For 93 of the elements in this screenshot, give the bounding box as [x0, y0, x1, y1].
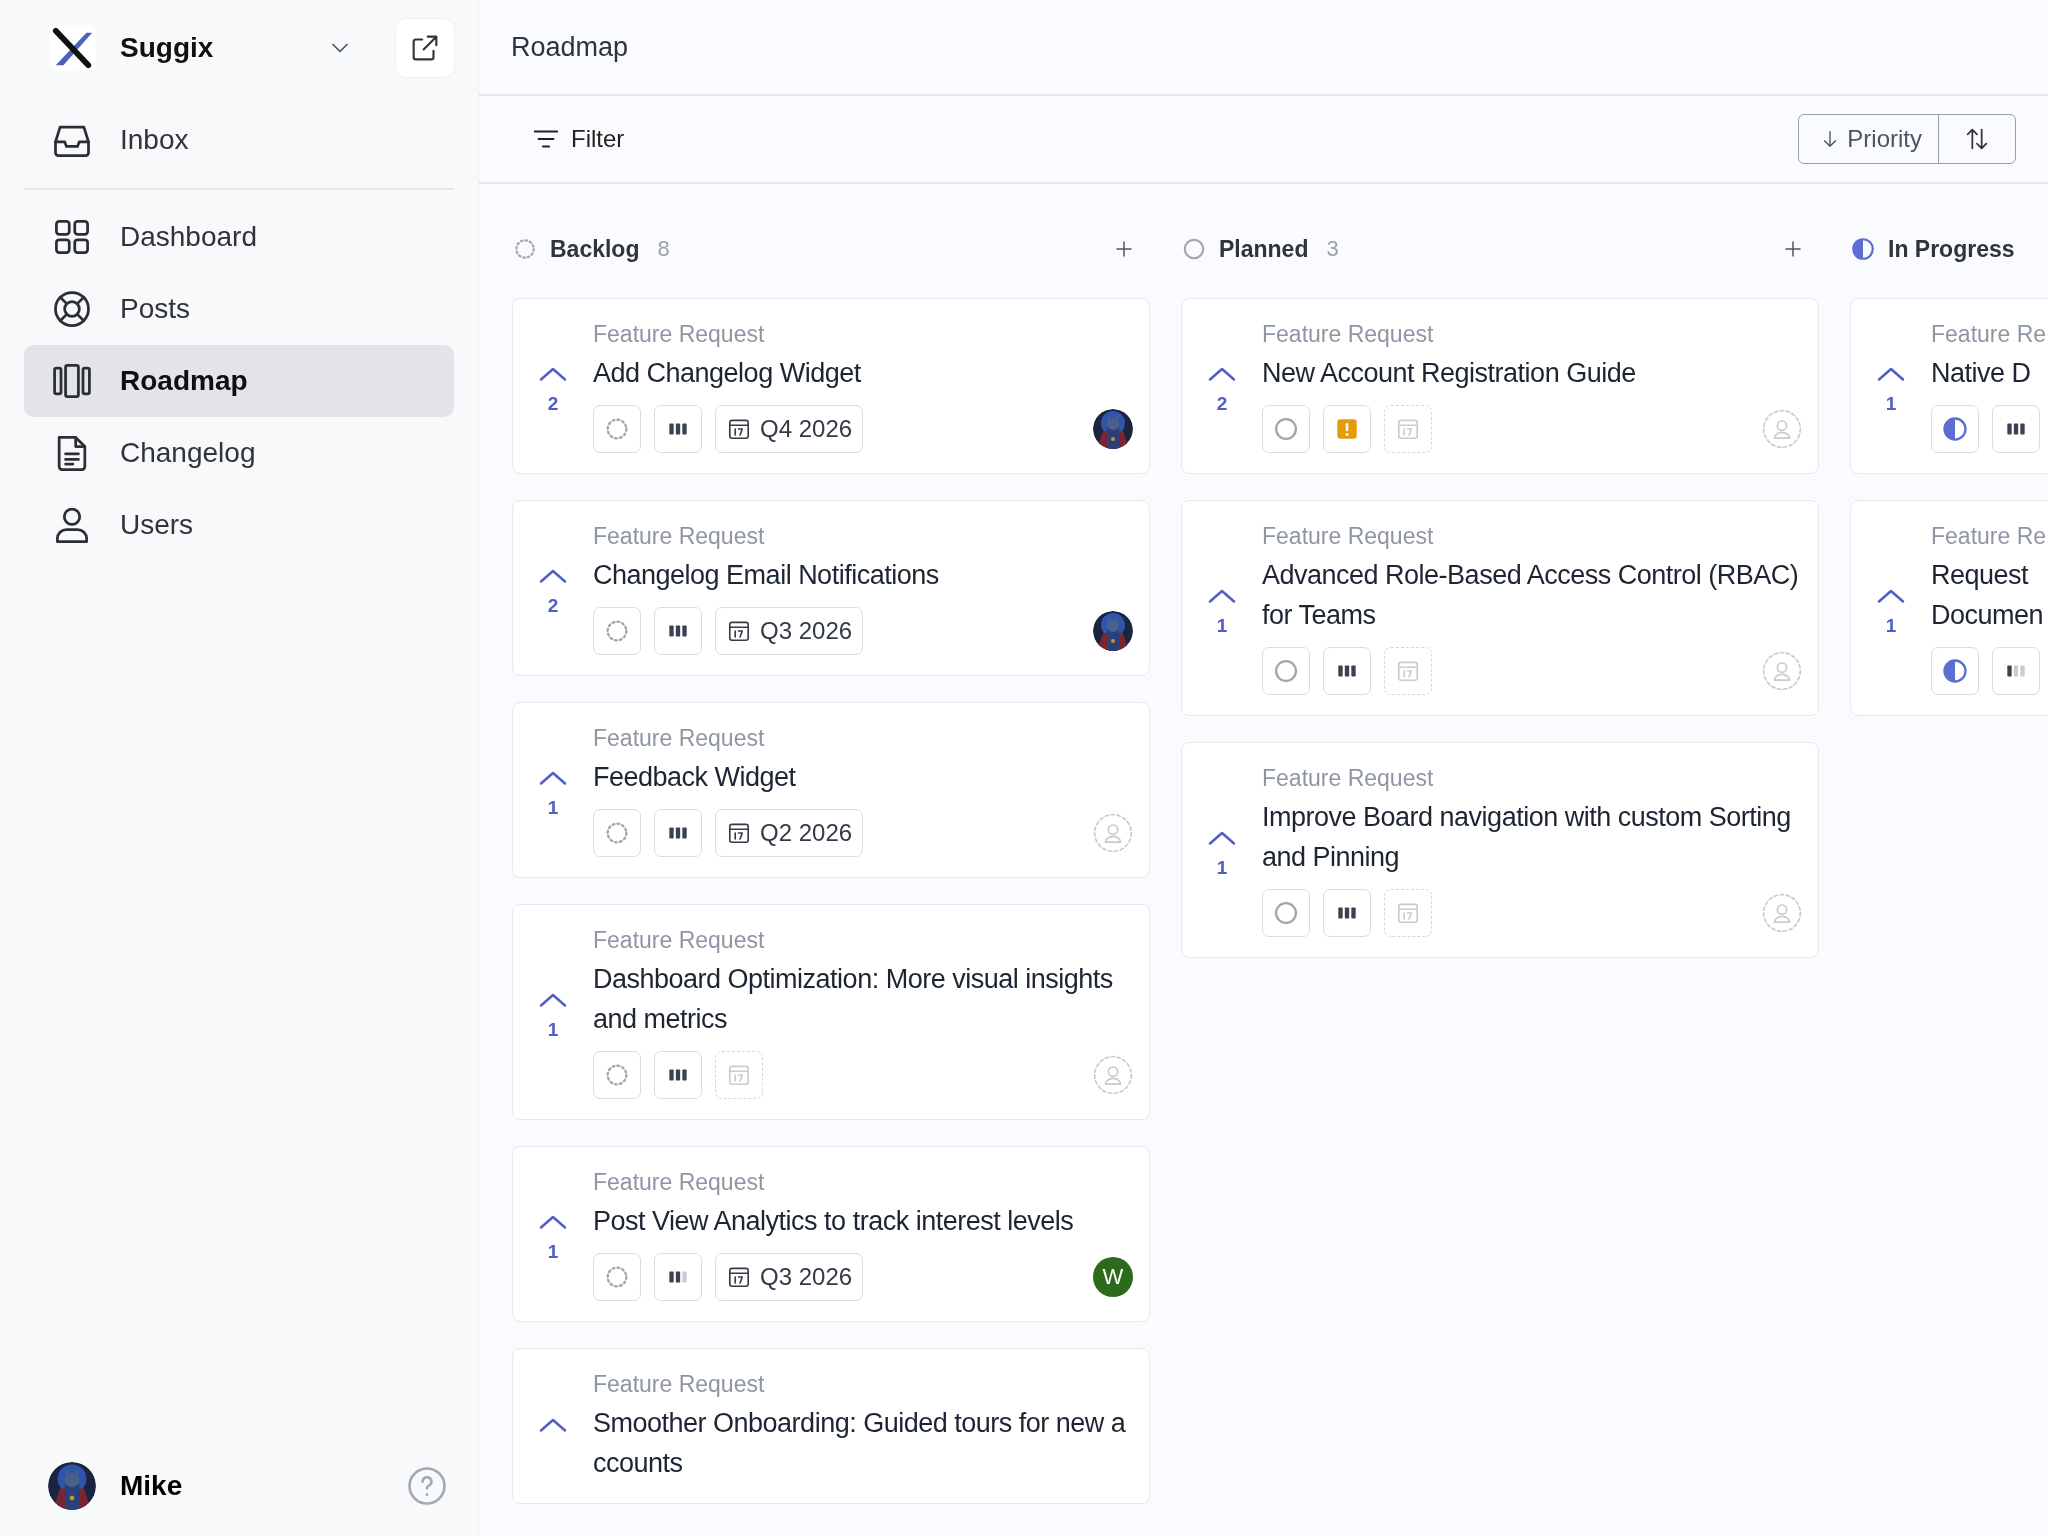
- column-title: Backlog: [550, 235, 640, 263]
- circle-icon: [1181, 236, 1207, 262]
- card[interactable]: 1 Feature Request Advanced Role-Based Access Control (RBAC) for Teams: [1181, 500, 1819, 716]
- status-chip[interactable]: [593, 405, 641, 453]
- card-title: Smoother Onboarding: Guided tours for new accounts: [593, 1407, 1127, 1480]
- status-chip[interactable]: [593, 1253, 641, 1301]
- date-chip[interactable]: Q3 2026: [715, 607, 864, 655]
- card[interactable]: 2 Feature Request New Account Registration Guide: [1181, 298, 1819, 474]
- card-title: Advanced Role-Based Access Control (RBAC) for Teams: [1262, 559, 1800, 632]
- nav-item[interactable]: Posts: [24, 273, 454, 345]
- card[interactable]: 1 Feature Request Dashboard Optimization: More visual insights and metrics: [512, 904, 1150, 1120]
- circle-icon: [1272, 899, 1300, 927]
- status-chip[interactable]: [593, 1051, 641, 1099]
- priority-chip[interactable]: [654, 809, 702, 857]
- filter-button[interactable]: Filter: [531, 124, 625, 154]
- priority-chip[interactable]: [1323, 889, 1371, 937]
- status-chip[interactable]: [593, 607, 641, 655]
- column-title: Planned: [1219, 235, 1309, 263]
- status-chip[interactable]: [1262, 405, 1310, 453]
- card-category: Feature Request: [593, 926, 766, 955]
- card-category: Feature Request: [1262, 764, 1435, 793]
- card[interactable]: Feature Request Smoother Onboarding: Guided tours for new accounts: [512, 1348, 1150, 1504]
- status-chip[interactable]: [1931, 405, 1979, 453]
- column-count: 3: [1326, 236, 1340, 262]
- vote-count: 2: [1216, 393, 1228, 415]
- date-chip[interactable]: Q4 2026: [715, 405, 864, 453]
- priority-chip[interactable]: [1323, 647, 1371, 695]
- priority-chip[interactable]: [654, 607, 702, 655]
- card-title: New Account Registration Guide: [1262, 357, 1637, 390]
- card-category: Feature Request: [593, 320, 766, 349]
- card[interactable]: 2 Feature Request Add Changelog Widget Q4 2026: [512, 298, 1150, 474]
- card-category: Feature Request: [593, 1370, 766, 1399]
- vote-count: 2: [547, 393, 559, 415]
- status-chip[interactable]: [593, 809, 641, 857]
- card-title: Request Documen: [1931, 559, 2045, 632]
- avatar[interactable]: W: [1093, 1257, 1133, 1297]
- card-title: Changelog Email Notifications: [593, 559, 940, 592]
- nav-item[interactable]: Inbox: [24, 104, 454, 176]
- card[interactable]: 1 Feature Request Post View Analytics to track interest levels Q3 2026 W: [512, 1146, 1150, 1322]
- card[interactable]: 2 Feature Request Changelog Email Notifications Q3 2026: [512, 500, 1150, 676]
- card-category: Feature Re: [1931, 320, 2048, 349]
- circle-icon: [1272, 657, 1300, 685]
- workspace-name[interactable]: Suggix: [120, 32, 326, 64]
- vote-count: 2: [547, 595, 559, 617]
- nav-item[interactable]: Users: [24, 489, 454, 561]
- card-title: Dashboard Optimization: More visual insights and metrics: [593, 963, 1114, 1036]
- card-category: Feature Request: [1262, 522, 1435, 551]
- priority-chip[interactable]: [654, 405, 702, 453]
- card-category: Feature Request: [593, 522, 766, 551]
- half-circle-icon: [1941, 415, 1969, 443]
- half-circle-icon: [1850, 236, 1876, 262]
- column-title: In Progress: [1888, 235, 2015, 263]
- priority-chip[interactable]: [654, 1253, 702, 1301]
- card-title: Add Changelog Widget: [593, 357, 862, 390]
- date-chip[interactable]: Q2 2026: [715, 809, 864, 857]
- warning-icon: [1334, 416, 1360, 442]
- vote-count: 1: [1216, 857, 1228, 879]
- card-title: Native D: [1931, 357, 2032, 390]
- card-category: Feature Request: [1262, 320, 1435, 349]
- card[interactable]: 1 Feature Request Improve Board navigation with custom Sorting and Pinning: [1181, 742, 1819, 958]
- priority-chip[interactable]: [1992, 405, 2040, 453]
- vote-count: 1: [1216, 615, 1228, 637]
- priority-chip[interactable]: [654, 1051, 702, 1099]
- page-title: Roadmap: [511, 31, 629, 63]
- half-circle-icon: [1941, 657, 1969, 685]
- external-link-button[interactable]: [396, 19, 454, 77]
- card[interactable]: 1 Feature Request Feedback Widget Q2 2026: [512, 702, 1150, 878]
- logo-icon: [50, 25, 96, 71]
- nav-item[interactable]: Changelog: [24, 417, 454, 489]
- vote-count: 1: [1885, 615, 1897, 637]
- card-category: Feature Re: [1931, 522, 2048, 551]
- card-title: Improve Board navigation with custom Sorting and Pinning: [1262, 801, 1792, 874]
- vote-count: 1: [547, 1019, 559, 1041]
- sort-button[interactable]: Priority: [1799, 115, 1938, 163]
- nav-item[interactable]: Dashboard: [24, 201, 454, 273]
- status-chip[interactable]: [1931, 647, 1979, 695]
- user-name[interactable]: Mike: [120, 1470, 406, 1502]
- circle-icon: [1272, 415, 1300, 443]
- status-chip[interactable]: [1262, 647, 1310, 695]
- card[interactable]: 1 Feature Re Native D: [1850, 298, 2048, 474]
- column-count: 8: [657, 236, 671, 262]
- card-title: Feedback Widget: [593, 761, 797, 794]
- vote-count: 1: [547, 797, 559, 819]
- dashed-circle-icon: [512, 236, 538, 262]
- vote-count: 1: [1885, 393, 1897, 415]
- card-title: Post View Analytics to track interest levels: [593, 1205, 1075, 1238]
- card[interactable]: 1 Feature Re Request Documen: [1850, 500, 2048, 716]
- card-category: Feature Request: [593, 1168, 766, 1197]
- card-category: Feature Request: [593, 724, 766, 753]
- nav-item[interactable]: Roadmap: [24, 345, 454, 417]
- status-chip[interactable]: [1262, 889, 1310, 937]
- vote-count: 1: [547, 1241, 559, 1263]
- date-chip[interactable]: Q3 2026: [715, 1253, 864, 1301]
